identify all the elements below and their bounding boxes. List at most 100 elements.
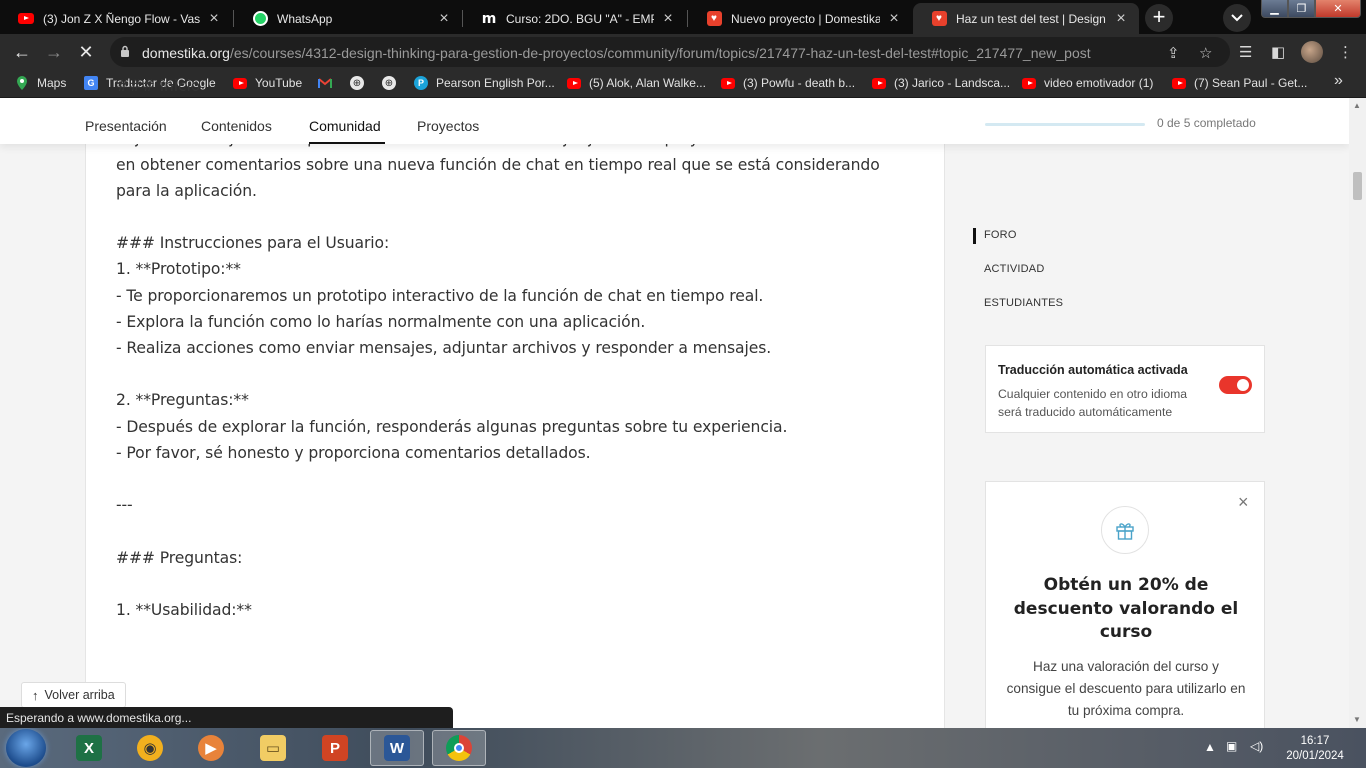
close-icon[interactable]: × (1238, 492, 1249, 513)
browser-tab[interactable]: (3) Jon Z X Ñengo Flow - Vas a × (0, 3, 232, 34)
close-icon[interactable]: × (436, 10, 452, 27)
scroll-up-icon[interactable]: ▲ (1353, 101, 1361, 110)
close-icon[interactable]: × (886, 10, 902, 27)
bookmark-maps[interactable]: Maps (15, 76, 66, 90)
gift-icon (1101, 506, 1149, 554)
keepass-icon[interactable]: ◉ (123, 730, 177, 766)
translation-description: Cualquier contenido en otro idioma será … (998, 387, 1188, 419)
active-menu-marker (973, 228, 976, 244)
menu-item-foro[interactable]: FORO (984, 229, 1017, 241)
profile-avatar[interactable] (1301, 41, 1323, 63)
bookmark-youtube-video[interactable]: (7) Sean Paul - Get... (1172, 76, 1307, 90)
post-line: 1. **Prototipo:** (116, 260, 241, 279)
post-line (116, 571, 916, 597)
windows-start-icon[interactable] (6, 729, 46, 767)
network-icon[interactable]: ▣ (1226, 739, 1237, 753)
more-bookmarks-icon[interactable]: » (1334, 72, 1343, 90)
discount-promo-card: × Obtén un 20% de descuento valorando el… (985, 481, 1265, 741)
address-bar[interactable]: domestika.org/es/courses/4312-design-thi… (110, 37, 1230, 67)
translation-toggle[interactable] (1219, 376, 1252, 394)
tab-title: Curso: 2DO. BGU "A" - EMPRE (506, 11, 654, 26)
chrome-icon[interactable] (432, 730, 486, 766)
promo-heading: Obtén un 20% de descuento valorando el c… (1013, 575, 1239, 642)
volume-icon[interactable]: ◁) (1250, 739, 1263, 753)
scrollbar-thumb[interactable] (1353, 172, 1362, 200)
close-icon[interactable]: × (660, 10, 676, 27)
media-player-icon[interactable]: ▶ (184, 730, 238, 766)
post-line (116, 466, 916, 492)
window-controls: ▁ ❐ ✕ (1261, 0, 1361, 18)
post-line: ### Preguntas: (116, 548, 243, 567)
excel-icon[interactable]: X (62, 730, 116, 766)
menu-item-actividad[interactable]: ACTIVIDAD (984, 263, 1044, 275)
m-icon: m (481, 10, 497, 27)
post-line: - Explora la función como lo harías norm… (116, 312, 646, 331)
powerpoint-icon[interactable]: P (308, 730, 362, 766)
youtube-icon (18, 11, 34, 27)
side-panel-icon[interactable]: ◧ (1271, 43, 1285, 61)
bookmark-star-icon[interactable]: ☆ (1199, 44, 1212, 62)
active-tab-indicator (309, 142, 385, 144)
post-line (116, 361, 916, 387)
tab-title: Haz un test del test | Design Th (956, 11, 1107, 26)
post-line: ### inicio (116, 77, 201, 95)
word-icon[interactable]: W (370, 730, 424, 766)
file-explorer-icon[interactable]: ▭ (246, 730, 300, 766)
youtube-icon (1172, 76, 1186, 90)
stop-loading-icon[interactable]: ✕ (72, 38, 100, 66)
new-tab-plus-icon[interactable]: + (1145, 4, 1173, 32)
post-line (116, 204, 916, 230)
restore-icon[interactable]: ❐ (1288, 0, 1315, 18)
whatsapp-icon (252, 11, 268, 27)
tab-comunidad[interactable]: Comunidad (309, 118, 381, 134)
bookmark-youtube-video[interactable]: video emotivador (1) (1022, 76, 1153, 90)
tab-title: WhatsApp (277, 11, 333, 26)
browser-tab[interactable]: WhatsApp × (234, 3, 462, 34)
scroll-down-icon[interactable]: ▼ (1353, 715, 1361, 724)
tab-title: (3) Jon Z X Ñengo Flow - Vas a (43, 11, 200, 26)
browser-tab[interactable]: m Curso: 2DO. BGU "A" - EMPRE × (463, 3, 686, 34)
tab-proyectos[interactable]: Proyectos (417, 118, 479, 134)
tab-presentacion[interactable]: Presentación (85, 118, 167, 134)
share-icon[interactable]: ⇪ (1167, 44, 1180, 62)
course-progress-text: 0 de 5 completado (1157, 116, 1256, 130)
close-icon[interactable]: × (1113, 10, 1129, 27)
post-line: 1. **Usabilidad:** (116, 600, 252, 619)
kebab-menu-icon[interactable]: ⋮ (1338, 43, 1353, 61)
tray-expand-icon[interactable]: ▲ (1204, 740, 1216, 754)
post-line (116, 518, 916, 544)
post-line: en obtener comentarios sobre una nueva f… (116, 155, 880, 174)
back-arrow-icon[interactable]: ← (8, 38, 36, 66)
domestika-icon: ♥ (931, 11, 947, 27)
lock-icon (121, 45, 129, 57)
browser-tab-strip: (3) Jon Z X Ñengo Flow - Vas a × WhatsAp… (0, 0, 1366, 34)
browser-tab-active[interactable]: ♥ Haz un test del test | Design Th × (913, 3, 1139, 34)
post-line: para la aplicación. (116, 181, 257, 200)
translation-title: Traducción automática activada (998, 363, 1188, 377)
windows-taskbar: X ◉ ▶ ▭ P W ▲ ▣ ◁) 16:17 20/01/2024 (0, 728, 1366, 768)
post-line: --- (116, 496, 133, 515)
post-line: 2. **Preguntas:** (116, 391, 249, 410)
course-progress-bar (985, 123, 1145, 126)
close-icon[interactable]: × (206, 10, 222, 27)
loading-status-bubble: Esperando a www.domestika.org... (0, 707, 453, 728)
domestika-icon: ♥ (706, 11, 722, 27)
forward-arrow-icon[interactable]: → (40, 38, 68, 66)
minimize-icon[interactable]: ▁ (1261, 0, 1288, 18)
clock[interactable]: 16:17 20/01/2024 (1282, 734, 1348, 764)
menu-item-estudiantes[interactable]: ESTUDIANTES (984, 297, 1063, 309)
url-text: domestika.org/es/courses/4312-design-thi… (142, 45, 1091, 61)
youtube-icon (1022, 76, 1036, 90)
forum-post-body: ### inicioImaginemos que eres parte de u… (116, 73, 916, 623)
back-to-top-button[interactable]: ↑ Volver arriba (21, 682, 126, 708)
translate-icon: G (84, 76, 98, 90)
window-close-icon[interactable]: ✕ (1315, 0, 1361, 18)
tab-contenidos[interactable]: Contenidos (201, 118, 272, 134)
media-queue-icon[interactable]: ☰ (1239, 43, 1252, 61)
post-line: - Realiza acciones como enviar mensajes,… (116, 339, 772, 358)
tab-search-chevron-icon[interactable] (1223, 4, 1251, 32)
promo-body: Haz una valoración del curso y consigue … (1006, 659, 1246, 718)
browser-tab[interactable]: ♥ Nuevo proyecto | Domestika × (688, 3, 912, 34)
course-nav: Presentación Contenidos Comunidad Proyec… (0, 98, 1349, 144)
page-scrollbar[interactable]: ▲ ▼ (1349, 98, 1366, 728)
